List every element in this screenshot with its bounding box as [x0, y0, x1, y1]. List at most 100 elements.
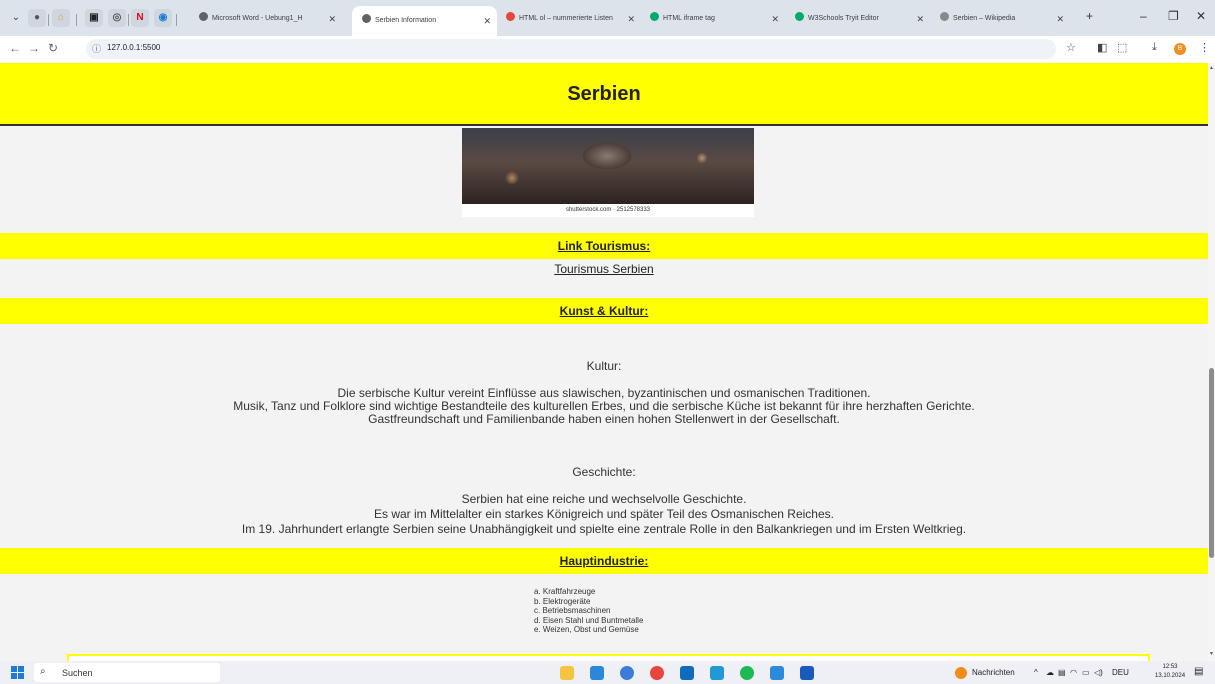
word-icon[interactable] [800, 666, 814, 680]
taskbar-search-placeholder: Suchen [62, 668, 93, 678]
serbia-photo: shutterstock.com · 2512578333 [462, 128, 754, 217]
close-window-icon[interactable]: ✕ [1196, 9, 1206, 23]
close-tab-icon[interactable]: ✕ [916, 8, 924, 30]
site-info-icon[interactable]: ⓘ [92, 42, 101, 55]
taskbar-clock[interactable]: 12:53 13.10.2024 [1155, 663, 1185, 681]
close-tab-icon[interactable]: ✕ [771, 8, 779, 30]
tab-html-iframe[interactable]: HTML iframe tag ✕ [650, 8, 785, 30]
stop-sign-icon [506, 12, 515, 21]
extensions-puzzle-icon[interactable]: ⬚ [1117, 41, 1127, 54]
tray-chevron-icon[interactable]: ^ [1034, 668, 1038, 677]
culture-line-3: Gastfreundschaft und Familienbande haben… [368, 412, 840, 426]
pinned-tab-netflix[interactable]: N [131, 9, 149, 27]
tab-html-ol[interactable]: HTML ol – nummerierte Listen ✕ [506, 8, 641, 30]
scroll-down-icon[interactable]: ▼ [1208, 651, 1215, 657]
clock-date: 13.10.2024 [1155, 673, 1186, 679]
photo-credit: shutterstock.com · 2512578333 [565, 207, 651, 213]
page-title: Serbien [567, 83, 641, 105]
tourism-link-row: Tourismus Serbien [0, 260, 1208, 278]
tray-display-icon[interactable]: ▭ [1082, 668, 1090, 677]
outlook-icon[interactable] [680, 666, 694, 680]
url-text: 127.0.0.1:5500 [107, 43, 161, 52]
download-icon[interactable]: ⤓ [1152, 41, 1157, 54]
bookmark-star-icon[interactable]: ☆ [1066, 41, 1076, 54]
tab-separator [48, 14, 49, 26]
tab-label: HTML iframe tag [663, 15, 715, 22]
pinned-tab-save[interactable]: ▣ [85, 9, 103, 27]
tray-volume-icon[interactable]: ◁) [1094, 668, 1103, 677]
close-tab-icon[interactable]: ✕ [1056, 8, 1064, 30]
windows-taskbar: ⌕ Suchen Nachrichten ^ ☁ ▤ ◠ ▭ ◁) DEU 12… [0, 661, 1215, 684]
close-tab-icon[interactable]: ✕ [328, 8, 336, 30]
minimize-icon[interactable]: – [1140, 9, 1147, 23]
tab-serbien-information[interactable]: Serbien Information ✕ [352, 6, 497, 36]
list-item: c. Betriebsmaschinen [534, 606, 611, 615]
messenger-icon[interactable] [710, 666, 724, 680]
spotify-icon[interactable] [740, 666, 754, 680]
w3schools-icon [650, 12, 659, 21]
address-bar[interactable]: ⓘ 127.0.0.1:5500 [86, 39, 1056, 59]
tab-separator [128, 14, 129, 26]
link-heading-band: Link Tourismus: [0, 233, 1208, 259]
culture-line-2: Musik, Tanz und Folklore sind wichtige B… [233, 399, 975, 413]
tab-search-icon[interactable]: ⌄ [8, 10, 24, 26]
browser-toolbar: ← → ↻ ⓘ 127.0.0.1:5500 ☆ ◧ ⬚ ⤓ B ⋮ [0, 36, 1215, 63]
back-icon[interactable]: ← [9, 41, 21, 55]
pinned-tab-messenger[interactable]: ◉ [154, 9, 172, 27]
tab-serbien-wikipedia[interactable]: Serbien – Wikipedia ✕ [940, 8, 1070, 30]
tab-label: W3Schools Tryit Editor [808, 15, 879, 22]
history-line-2: Es war im Mittelalter ein starkes Königr… [374, 507, 834, 521]
culture-heading-band: Kunst & Kultur: [0, 298, 1208, 324]
vscode-icon[interactable] [770, 666, 784, 680]
close-tab-icon[interactable]: ✕ [483, 6, 491, 36]
clock-time: 12:53 [1162, 664, 1178, 670]
page-scrollbar[interactable]: ▲ ▼ [1208, 63, 1215, 661]
page-header: Serbien [0, 63, 1208, 126]
pinned-tab-globe[interactable]: ◎ [108, 9, 126, 27]
notifications-icon[interactable]: ▤ [1194, 666, 1203, 677]
reload-icon[interactable]: ↻ [48, 41, 58, 55]
news-weather-icon[interactable] [955, 667, 967, 679]
menu-kebab-icon[interactable]: ⋮ [1199, 41, 1210, 54]
link-heading: Link Tourismus: [557, 239, 651, 253]
search-icon: ⌕ [40, 666, 46, 677]
tab-label: Serbien – Wikipedia [953, 15, 1016, 22]
store-icon[interactable] [590, 666, 604, 680]
tray-network-icon[interactable]: ▤ [1058, 668, 1066, 677]
list-item: e. Weizen, Obst und Gemüse [534, 625, 639, 634]
close-tab-icon[interactable]: ✕ [627, 8, 635, 30]
tab-separator [76, 14, 77, 26]
profile-avatar[interactable]: B [1174, 43, 1186, 55]
restore-icon[interactable]: ❐ [1168, 9, 1179, 23]
tab-w3schools-tryit[interactable]: W3Schools Tryit Editor ✕ [795, 8, 930, 30]
forward-icon[interactable]: → [28, 41, 40, 55]
tab-label: Microsoft Word - Uebung1_H [212, 15, 303, 22]
language-indicator[interactable]: DEU [1112, 668, 1129, 677]
news-label[interactable]: Nachrichten [972, 668, 1015, 677]
extension-icon[interactable]: ◧ [1097, 41, 1107, 54]
tourism-link[interactable]: Tourismus Serbien [554, 262, 653, 276]
culture-title: Kultur: [586, 359, 622, 373]
chrome-dev-icon[interactable] [620, 666, 634, 680]
tray-wifi-icon[interactable]: ◠ [1070, 668, 1077, 677]
chrome-icon[interactable] [650, 666, 664, 680]
tab-label: Serbien Information [375, 17, 437, 24]
tray-onedrive-icon[interactable]: ☁ [1046, 668, 1054, 677]
file-explorer-icon[interactable] [560, 666, 574, 680]
industry-list: a. Kraftfahrzeuge b. Elektrogeräte c. Be… [534, 587, 643, 635]
list-item: d. Eisen Stahl und Buntmetalle [534, 615, 644, 625]
page-viewport: Serbien shutterstock.com · 2512578333 Li… [0, 63, 1208, 661]
scrollbar-thumb[interactable] [1209, 368, 1214, 558]
scroll-up-icon[interactable]: ▲ [1208, 65, 1215, 71]
pinned-tab-home[interactable]: ⌂ [52, 9, 70, 27]
taskbar-search-box[interactable]: ⌕ Suchen [34, 663, 220, 682]
tab-separator [176, 14, 177, 26]
embedded-iframe[interactable] [67, 654, 1150, 661]
pinned-tab-chrome[interactable]: ● [28, 9, 46, 27]
culture-line-1: Die serbische Kultur vereint Einflüsse a… [337, 386, 871, 400]
history-line-1: Serbien hat eine reiche und wechselvolle… [461, 492, 747, 506]
globe-icon [362, 14, 371, 23]
tab-microsoft-word[interactable]: Microsoft Word - Uebung1_H ✕ [199, 8, 342, 30]
windows-start-icon[interactable] [11, 666, 24, 679]
new-tab-icon[interactable]: + [1086, 9, 1093, 23]
